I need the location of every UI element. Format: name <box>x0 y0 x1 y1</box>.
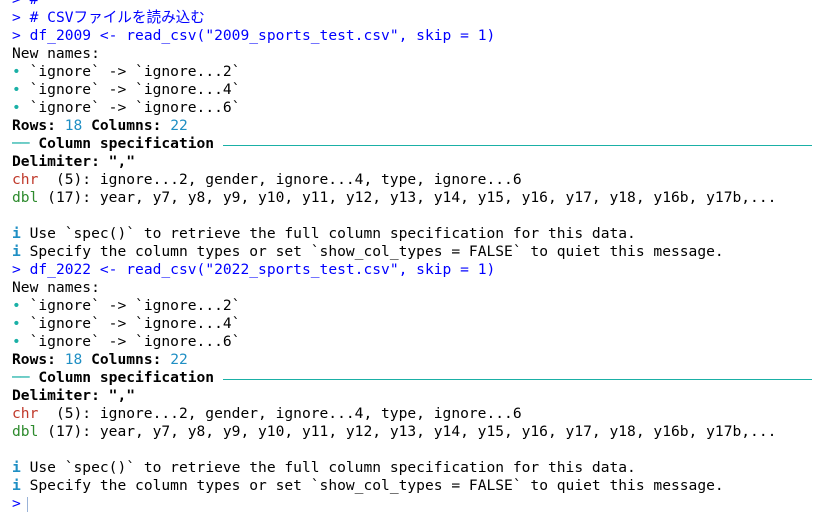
bullet-icon: • <box>12 297 21 314</box>
rule-dash: ── <box>12 369 30 386</box>
command-text: df_2009 <- read_csv("2009_sports_test.cs… <box>29 27 496 44</box>
info-row: i Use `spec()` to retrieve the full colu… <box>12 459 816 477</box>
prompt: > <box>12 0 21 8</box>
rename-row: • `ignore` -> `ignore...6` <box>12 333 816 351</box>
dbl-type: dbl <box>12 189 39 206</box>
columns-value: 22 <box>170 351 188 368</box>
console-line: > # <box>12 0 816 9</box>
info-row: i Specify the column types or set `show_… <box>12 477 816 495</box>
info-row: i Use `spec()` to retrieve the full colu… <box>12 225 816 243</box>
chr-type: chr <box>12 171 39 188</box>
chr-columns: (5): ignore...2, gender, ignore...4, typ… <box>55 405 522 422</box>
info-row: i Specify the column types or set `show_… <box>12 243 816 261</box>
bullet-icon: • <box>12 333 21 350</box>
info-text: Use `spec()` to retrieve the full column… <box>29 225 636 242</box>
info-text: Specify the column types or set `show_co… <box>29 243 724 260</box>
dbl-type: dbl <box>12 423 39 440</box>
dbl-columns: (17): year, y7, y8, y9, y10, y11, y12, y… <box>47 189 777 206</box>
info-icon: i <box>12 225 21 242</box>
delimiter-value: "," <box>108 153 136 170</box>
info-icon: i <box>12 243 21 260</box>
command-text: # <box>30 0 39 8</box>
rename-row: • `ignore` -> `ignore...2` <box>12 63 816 81</box>
column-spec-header: ── Column specification <box>12 135 816 153</box>
bullet-icon: • <box>12 63 21 80</box>
delimiter-label: Delimiter: <box>12 153 100 170</box>
console-input-line[interactable]: > <box>12 495 816 513</box>
dbl-columns: (17): year, y7, y8, y9, y10, y11, y12, y… <box>47 423 777 440</box>
delimiter-row: Delimiter: "," <box>12 387 816 405</box>
columns-label: Columns: <box>91 117 162 134</box>
rename-text: `ignore` -> `ignore...6` <box>29 333 241 350</box>
rename-text: `ignore` -> `ignore...6` <box>29 99 241 116</box>
rule-bar <box>222 144 812 146</box>
new-names-label: New names: <box>12 279 100 296</box>
rows-label: Rows: <box>12 351 56 368</box>
columns-value: 22 <box>170 117 188 134</box>
chr-columns-row: chr (5): ignore...2, gender, ignore...4,… <box>12 171 816 189</box>
chr-columns: (5): ignore...2, gender, ignore...4, typ… <box>55 171 522 188</box>
delimiter-label: Delimiter: <box>12 387 100 404</box>
column-spec-header: ── Column specification <box>12 369 816 387</box>
rename-row: • `ignore` -> `ignore...6` <box>12 99 816 117</box>
console-line: > # CSVファイルを読み込む <box>12 9 816 27</box>
prompt: > <box>12 261 21 278</box>
rule-dash: ── <box>12 135 30 152</box>
rename-text: `ignore` -> `ignore...2` <box>29 297 241 314</box>
new-names-label: New names: <box>12 45 100 62</box>
spec-header-text: Column specification <box>38 135 215 152</box>
dbl-columns-row: dbl (17): year, y7, y8, y9, y10, y11, y1… <box>12 423 816 441</box>
rows-label: Rows: <box>12 117 56 134</box>
rows-value: 18 <box>64 117 83 134</box>
info-text: Use `spec()` to retrieve the full column… <box>29 459 636 476</box>
columns-label: Columns: <box>91 351 162 368</box>
command-text: df_2022 <- read_csv("2022_sports_test.cs… <box>29 261 496 278</box>
rename-text: `ignore` -> `ignore...4` <box>29 81 241 98</box>
rename-text: `ignore` -> `ignore...4` <box>29 315 241 332</box>
bullet-icon: • <box>12 81 21 98</box>
text-cursor[interactable] <box>26 496 28 512</box>
chr-type: chr <box>12 405 39 422</box>
rows-columns-summary: Rows: 18 Columns: 22 <box>12 351 816 369</box>
delimiter-value: "," <box>108 387 136 404</box>
chr-columns-row: chr (5): ignore...2, gender, ignore...4,… <box>12 405 816 423</box>
prompt: > <box>12 27 21 44</box>
rename-row: • `ignore` -> `ignore...4` <box>12 315 816 333</box>
rename-text: `ignore` -> `ignore...2` <box>29 63 241 80</box>
bullet-icon: • <box>12 315 21 332</box>
info-icon: i <box>12 459 21 476</box>
rename-row: • `ignore` -> `ignore...4` <box>12 81 816 99</box>
console-line: > df_2022 <- read_csv("2022_sports_test.… <box>12 261 816 279</box>
delimiter-row: Delimiter: "," <box>12 153 816 171</box>
comment-text: # CSVファイルを読み込む <box>29 9 205 26</box>
rows-value: 18 <box>64 351 83 368</box>
rename-row: • `ignore` -> `ignore...2` <box>12 297 816 315</box>
info-text: Specify the column types or set `show_co… <box>29 477 724 494</box>
console-line: > df_2009 <- read_csv("2009_sports_test.… <box>12 27 816 45</box>
prompt: > <box>12 9 21 26</box>
bullet-icon: • <box>12 99 21 116</box>
rule-bar <box>222 378 812 380</box>
dbl-columns-row: dbl (17): year, y7, y8, y9, y10, y11, y1… <box>12 189 816 207</box>
r-console[interactable]: > # > # CSVファイルを読み込む > df_2009 <- read_c… <box>0 0 816 512</box>
rows-columns-summary: Rows: 18 Columns: 22 <box>12 117 816 135</box>
info-icon: i <box>12 477 21 494</box>
spec-header-text: Column specification <box>38 369 215 386</box>
prompt: > <box>12 495 21 512</box>
